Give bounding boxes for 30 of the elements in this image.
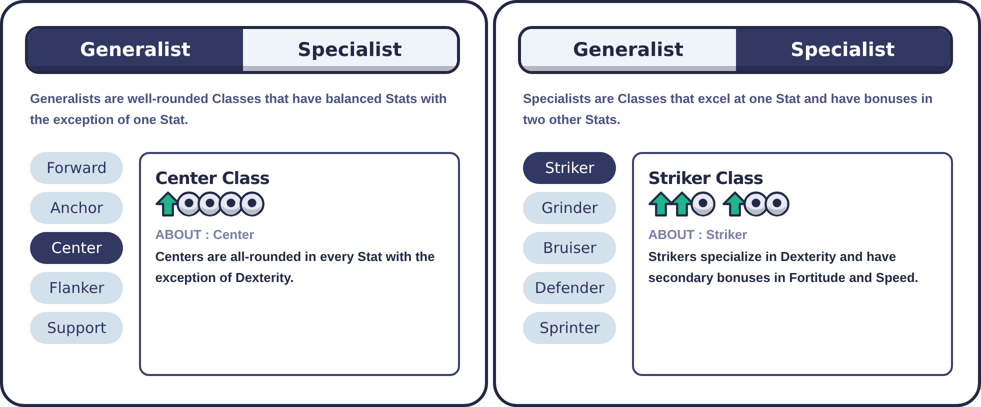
class-item[interactable]: Striker [523,152,616,184]
stat-icon [743,191,770,217]
class-type-tab[interactable]: Generalist [521,29,736,71]
class-item[interactable]: Forward [30,152,124,184]
stat-icon [239,191,266,217]
class-type-tab[interactable]: Generalist [28,29,242,71]
class-type-tab[interactable]: Specialist [736,29,950,71]
about-label: ABOUT : Center [155,227,256,242]
class-item[interactable]: Bruiser [523,232,616,264]
stat-icon [218,191,244,217]
about-label: ABOUT : Striker [648,227,748,242]
up-arrow-icon [648,191,674,217]
class-type-tab[interactable]: Specialist [242,29,457,71]
class-item[interactable]: Defender [523,272,616,304]
class-title: Center Class [155,169,270,189]
class-title: Striker Class [648,169,764,189]
class-item[interactable]: Support [30,312,124,344]
class-item[interactable]: Anchor [30,192,124,224]
class-item[interactable]: Center [30,232,124,264]
stat-icon [176,191,202,217]
stat-icon [690,191,716,217]
description-text: Generalists are well-rounded Classes that have balanced Stats with the exception of one Stat. [30,90,448,129]
stat-icon [764,191,790,217]
description-text: Specialists are Classes that excel at one Stat and have bonuses in two other Stats. [523,90,934,129]
class-description: Centers are all-rounded in every Stat with the exception of Dexterity. [155,248,436,287]
class-item[interactable]: Flanker [30,272,124,304]
class-description: Strikers specialize in Dexterity and have secondary bonuses in Fortitude and Speed. [648,248,920,287]
class-item[interactable]: Grinder [523,192,616,224]
stat-icon [197,191,224,217]
class-item[interactable]: Sprinter [523,312,616,344]
